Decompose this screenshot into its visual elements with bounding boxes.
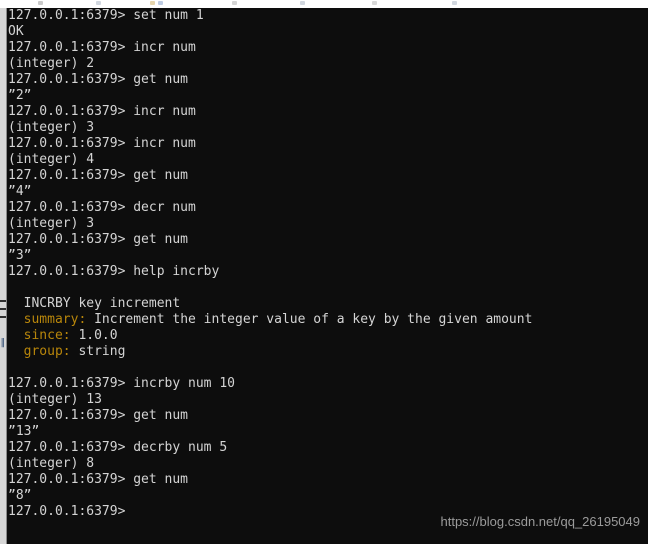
terminal-line: 127.0.0.1:6379> help incrby: [8, 264, 220, 279]
terminal-line: 127.0.0.1:6379> incr num: [8, 104, 196, 119]
terminal-line: ”4”: [8, 184, 32, 199]
csdn-watermark: https://blog.csdn.net/qq_26195049: [440, 514, 641, 529]
chrome-artifact: [452, 1, 457, 5]
terminal-line: since: 1.0.0: [8, 328, 648, 344]
chrome-artifact: [158, 1, 163, 5]
terminal-line: 127.0.0.1:6379> get num: [8, 408, 189, 423]
terminal-line: group: string: [8, 344, 648, 360]
help-field-value: 1.0.0: [70, 328, 118, 343]
terminal-line: 127.0.0.1:6379> get num: [8, 472, 189, 487]
window-chrome-strip: [0, 0, 648, 8]
terminal-line: (integer) 2: [8, 56, 95, 71]
help-field-value: Increment the integer value of a key by …: [86, 312, 533, 327]
scrollbar-tick: [0, 308, 6, 310]
terminal-line: INCRBY key increment: [8, 296, 181, 311]
terminal-line: ”2”: [8, 88, 32, 103]
chrome-artifact: [96, 1, 101, 5]
terminal-line: 127.0.0.1:6379> get num: [8, 72, 189, 87]
chrome-artifact: [150, 1, 155, 5]
terminal-line: 127.0.0.1:6379> get num: [8, 168, 189, 183]
terminal-line: (integer) 3: [8, 216, 95, 231]
chrome-artifact: [300, 1, 305, 5]
help-field-label: group:: [8, 344, 71, 359]
terminal-window: ║ 127.0.0.1:6379> set num 1 OK 127.0.0.1:6…: [0, 0, 648, 544]
terminal-line: ”13”: [8, 424, 40, 439]
terminal-line: OK: [8, 24, 24, 39]
terminal-line: 127.0.0.1:6379> decr num: [8, 200, 196, 215]
terminal-line: 127.0.0.1:6379> get num: [8, 232, 189, 247]
terminal-line: 127.0.0.1:6379> decrby num 5: [8, 440, 228, 455]
terminal-line: ”8”: [8, 488, 32, 503]
terminal-line: 127.0.0.1:6379> set num 1: [8, 8, 204, 23]
terminal-line: (integer) 4: [8, 152, 95, 167]
terminal-line: 127.0.0.1:6379> incrby num 10: [8, 376, 235, 391]
help-field-label: since:: [8, 328, 71, 343]
terminal-line: summary: Increment the integer value of …: [8, 312, 648, 328]
chrome-artifact: [232, 1, 237, 5]
terminal-line: ”3”: [8, 248, 32, 263]
help-field-value: string: [70, 344, 126, 359]
terminal-line: (integer) 3: [8, 120, 95, 135]
scrollbar-tick: [0, 300, 6, 302]
window-left-edge-scrollbar[interactable]: ║: [0, 8, 7, 544]
terminal-line: (integer) 13: [8, 392, 102, 407]
terminal-line: 127.0.0.1:6379> incr num: [8, 136, 196, 151]
chrome-artifact: [38, 1, 43, 5]
chrome-artifact: [372, 1, 377, 5]
edge-glyph: ║: [0, 338, 6, 348]
help-field-label: summary:: [8, 312, 87, 327]
scrollbar-tick: [0, 316, 6, 318]
terminal-line: 127.0.0.1:6379> incr num: [8, 40, 196, 55]
terminal-line: (integer) 8: [8, 456, 95, 471]
terminal-output[interactable]: 127.0.0.1:6379> set num 1 OK 127.0.0.1:637…: [8, 8, 648, 544]
